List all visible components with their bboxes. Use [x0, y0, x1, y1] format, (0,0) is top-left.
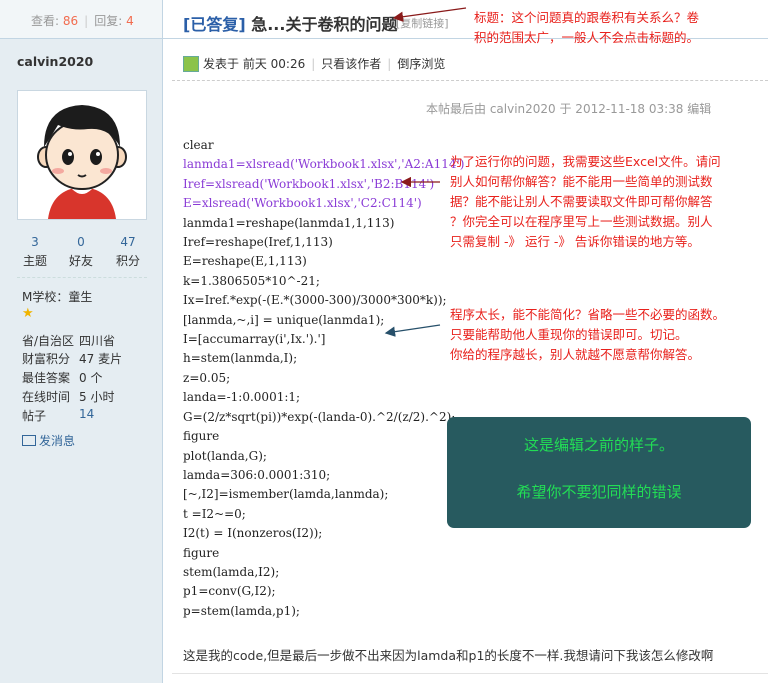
title-arrow: [392, 7, 467, 22]
callout-line-1: 这是编辑之前的样子。: [523, 436, 674, 454]
annotation-arrows: [384, 7, 467, 337]
callout-box: 这是编辑之前的样子。 希望你不要犯同样的错误: [447, 417, 751, 528]
callout-line-2: 希望你不要犯同样的错误: [516, 483, 682, 501]
length-arrow: [384, 324, 441, 337]
